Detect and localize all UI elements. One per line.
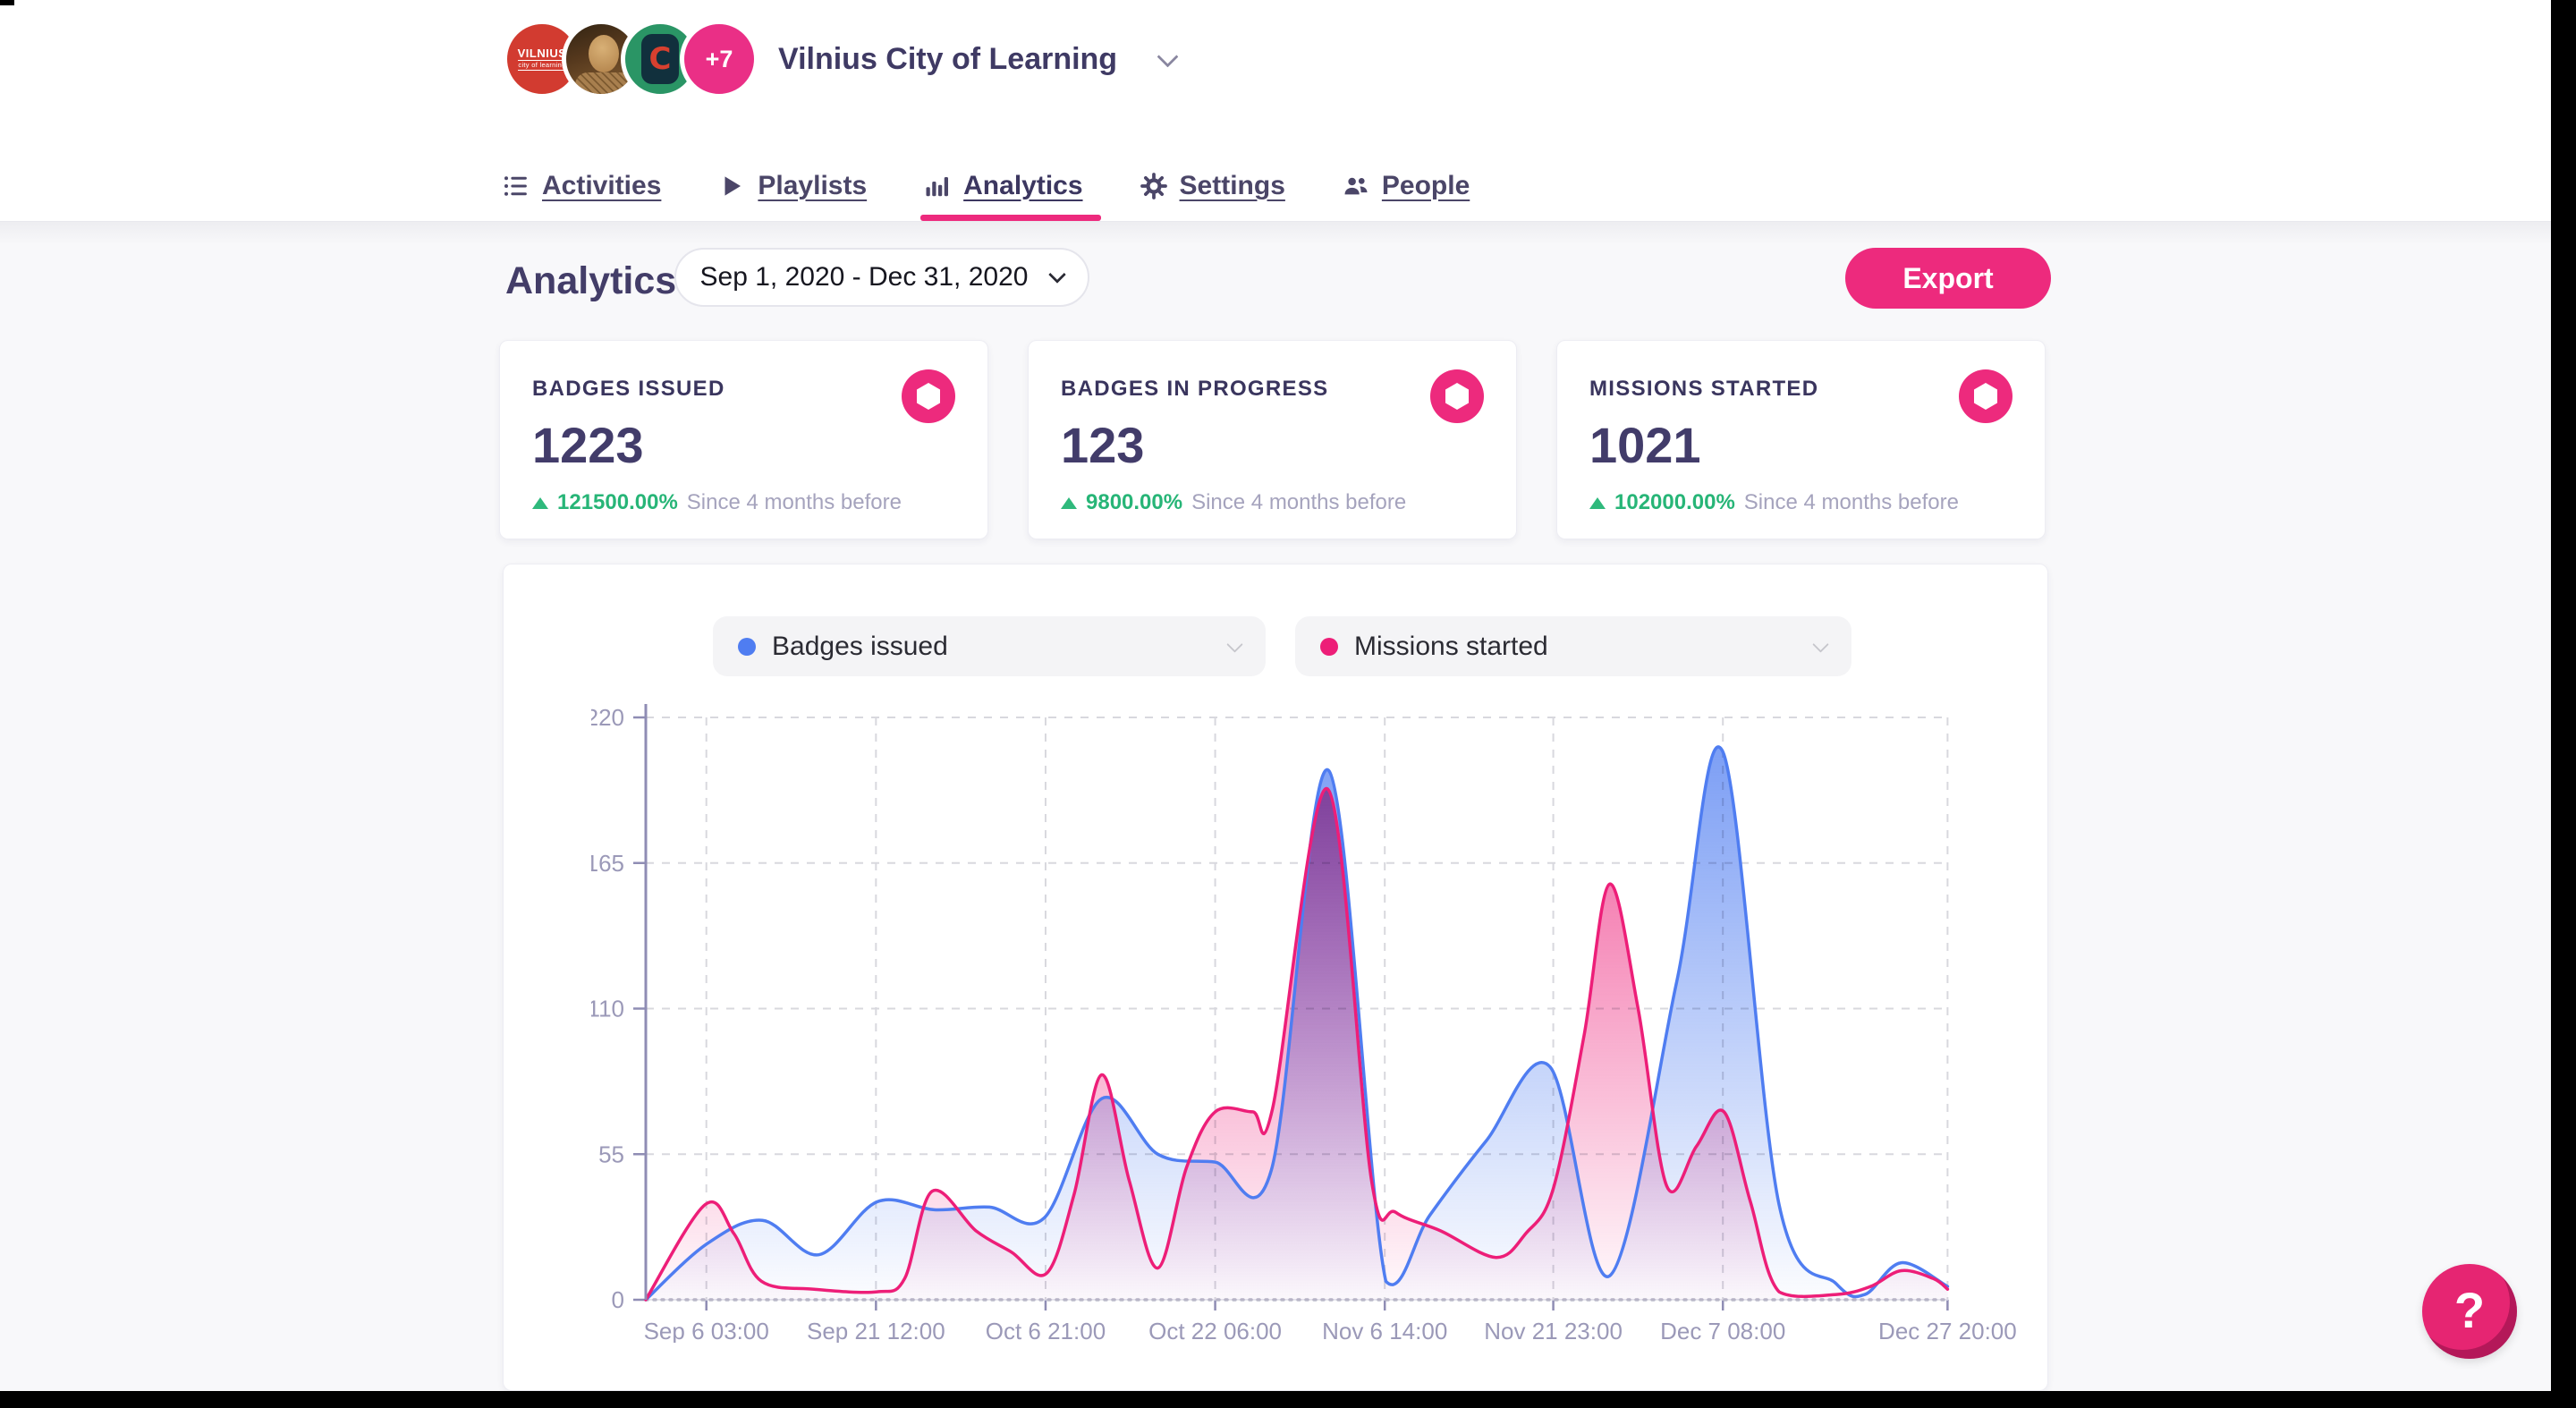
stat-value: 123 xyxy=(1061,416,1484,474)
stat-label: MISSIONS STARTED xyxy=(1589,377,2012,402)
chevron-down-icon[interactable] xyxy=(1157,46,1179,67)
people-icon xyxy=(1343,173,1369,199)
svg-text:Oct 22 06:00: Oct 22 06:00 xyxy=(1148,1318,1282,1343)
nav-item-people[interactable]: People xyxy=(1343,150,1470,221)
badge-hexagon-icon xyxy=(1959,369,2012,423)
stat-delta-value: 102000.00% xyxy=(1614,490,1735,515)
stat-delta-row: 121500.00% Since 4 months before xyxy=(532,490,902,515)
svg-text:Oct 6 21:00: Oct 6 21:00 xyxy=(986,1318,1106,1343)
svg-text:Sep 21 12:00: Sep 21 12:00 xyxy=(807,1318,945,1343)
more-count-label: +7 xyxy=(706,46,733,73)
avatar-logo-text: VILNIUS xyxy=(518,47,567,61)
chevron-down-icon xyxy=(1049,266,1067,284)
svg-text:Nov 21 23:00: Nov 21 23:00 xyxy=(1484,1318,1623,1343)
main-nav: Activities Playlists Analytics xyxy=(503,150,1470,221)
svg-text:Dec 27 20:00: Dec 27 20:00 xyxy=(1878,1318,2017,1343)
svg-text:Sep 6 03:00: Sep 6 03:00 xyxy=(644,1318,769,1343)
triangle-up-icon xyxy=(532,497,548,509)
stat-label: BADGES IN PROGRESS xyxy=(1061,377,1484,402)
question-mark-icon: ? xyxy=(2454,1281,2485,1339)
series-dot-blue xyxy=(738,638,756,656)
nav-item-settings[interactable]: Settings xyxy=(1140,150,1285,221)
date-range-picker[interactable]: Sep 1, 2020 - Dec 31, 2020 xyxy=(674,248,1089,307)
gear-icon xyxy=(1140,173,1167,199)
badge-hexagon-icon xyxy=(1430,369,1484,423)
stat-delta-since: Since 4 months before xyxy=(1744,490,1959,515)
export-button[interactable]: Export xyxy=(1845,248,2051,309)
stat-label: BADGES ISSUED xyxy=(532,377,955,402)
stat-delta-value: 121500.00% xyxy=(557,490,678,515)
screen-edge-bar-bottom xyxy=(0,1391,2576,1408)
header-shadow xyxy=(0,222,2551,245)
app-header: VILNIUS city of learning C +7 Vilnius Ci… xyxy=(0,0,2551,222)
nav-item-playlists[interactable]: Playlists xyxy=(718,150,867,221)
bar-chart-icon xyxy=(924,173,951,199)
badge-hexagon-icon xyxy=(902,369,955,423)
triangle-up-icon xyxy=(1061,497,1077,509)
stat-delta-row: 102000.00% Since 4 months before xyxy=(1589,490,1959,515)
avatar-more-count[interactable]: +7 xyxy=(680,20,758,98)
svg-text:165: 165 xyxy=(591,850,624,877)
list-icon xyxy=(503,173,530,199)
help-button[interactable]: ? xyxy=(2422,1264,2517,1359)
chevron-down-icon xyxy=(1226,636,1242,652)
stat-delta-since: Since 4 months before xyxy=(1191,490,1406,515)
screen-corner-artifact xyxy=(0,0,14,5)
analytics-chart-card: Badges issued Missions started Sep 6 03:… xyxy=(503,564,2048,1391)
svg-text:220: 220 xyxy=(591,704,624,731)
stat-card-badges-in-progress: BADGES IN PROGRESS 123 9800.00% Since 4 … xyxy=(1028,340,1517,539)
screen-edge-bar-right xyxy=(2551,0,2576,1408)
badge-logo-icon: C xyxy=(641,34,679,84)
stat-card-badges-issued: BADGES ISSUED 1223 121500.00% Since 4 mo… xyxy=(499,340,988,539)
series-selector-label: Missions started xyxy=(1354,632,1815,662)
svg-text:Dec 7 08:00: Dec 7 08:00 xyxy=(1660,1318,1785,1343)
series-selector-label: Badges issued xyxy=(772,632,1229,662)
svg-text:110: 110 xyxy=(591,996,624,1022)
stat-delta-row: 9800.00% Since 4 months before xyxy=(1061,490,1406,515)
avatar-stack[interactable]: VILNIUS city of learning C +7 xyxy=(503,20,758,98)
series-dot-pink xyxy=(1320,638,1338,656)
series-selector-badges-issued[interactable]: Badges issued xyxy=(713,616,1266,676)
stats-cards-row: BADGES ISSUED 1223 121500.00% Since 4 mo… xyxy=(499,340,2046,539)
series-selector-missions-started[interactable]: Missions started xyxy=(1295,616,1852,676)
svg-text:55: 55 xyxy=(598,1141,624,1167)
org-brand: VILNIUS city of learning C +7 Vilnius Ci… xyxy=(503,20,1175,98)
stat-delta-since: Since 4 months before xyxy=(687,490,902,515)
nav-item-analytics[interactable]: Analytics xyxy=(924,150,1082,221)
chevron-down-icon xyxy=(1812,636,1828,652)
stat-value: 1021 xyxy=(1589,416,2012,474)
play-icon xyxy=(718,173,745,199)
org-title: Vilnius City of Learning xyxy=(778,42,1117,77)
avatar-torso-shape xyxy=(575,72,632,98)
page-title: Analytics xyxy=(505,259,676,303)
date-range-value: Sep 1, 2020 - Dec 31, 2020 xyxy=(700,262,1029,293)
stat-card-missions-started: MISSIONS STARTED 1021 102000.00% Since 4… xyxy=(1556,340,2046,539)
svg-text:Nov 6 14:00: Nov 6 14:00 xyxy=(1322,1318,1447,1343)
nav-item-activities[interactable]: Activities xyxy=(503,150,661,221)
svg-text:0: 0 xyxy=(612,1286,624,1313)
stat-value: 1223 xyxy=(532,416,955,474)
analytics-line-chart: Sep 6 03:00 Sep 21 12:00 Oct 6 21:00 Oct 22… xyxy=(591,699,2049,1343)
stat-delta-value: 9800.00% xyxy=(1086,490,1182,515)
triangle-up-icon xyxy=(1589,497,1606,509)
avatar-face-shape xyxy=(589,35,619,72)
